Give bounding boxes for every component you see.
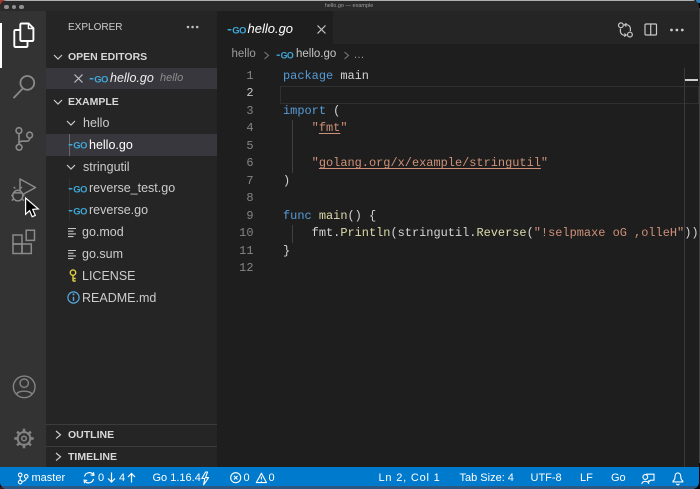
- svg-text:GO: GO: [74, 183, 88, 194]
- svg-text:GO: GO: [74, 205, 88, 216]
- svg-text:GO: GO: [94, 73, 108, 84]
- svg-text:GO: GO: [74, 140, 88, 151]
- svg-text:GO: GO: [232, 24, 246, 35]
- svg-text:GO: GO: [281, 50, 294, 60]
